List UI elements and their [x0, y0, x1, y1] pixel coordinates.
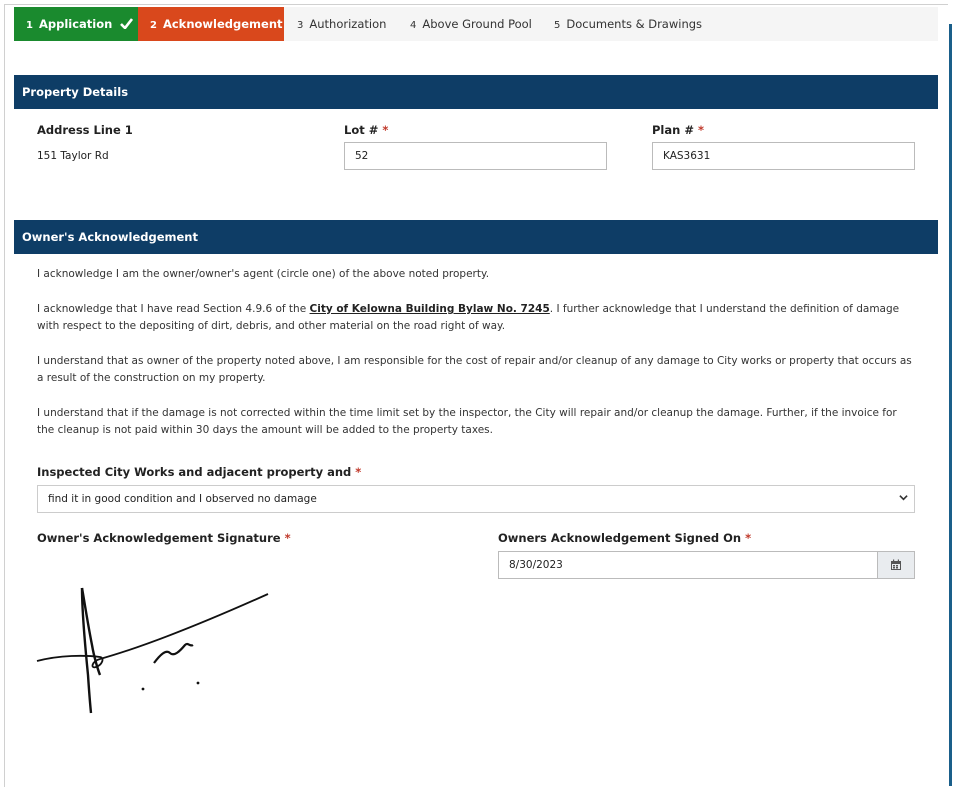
tab-label: Documents & Drawings	[566, 17, 703, 31]
required-marker: *	[745, 531, 752, 545]
tab-label: Application	[38, 17, 113, 31]
inspected-label-text: Inspected City Works and adjacent proper…	[37, 465, 352, 479]
plan-label: Plan # *	[652, 123, 704, 137]
tab-authorization[interactable]: 3 Authorization	[297, 7, 386, 41]
signed-on-label: Owners Acknowledgement Signed On *	[498, 531, 751, 545]
address-label: Address Line 1	[37, 123, 133, 137]
checkmark-icon	[120, 8, 134, 42]
required-marker: *	[382, 123, 389, 137]
tab-label: Acknowledgement	[162, 17, 283, 31]
ack-paragraph-4: I understand that if the damage is not c…	[37, 407, 897, 436]
owners-acknowledgement-header: Owner's Acknowledgement	[14, 220, 938, 254]
tab-number: 5	[554, 20, 561, 31]
tab-number: 1	[26, 20, 33, 31]
plan-input[interactable]: KAS3631	[652, 142, 915, 170]
ack-paragraph-1: I acknowledge I am the owner/owner's age…	[37, 268, 490, 280]
signature-image	[36, 587, 269, 714]
property-details-header: Property Details	[14, 75, 938, 109]
inspected-select[interactable]: find it in good condition and I observed…	[37, 485, 915, 513]
tab-documents-drawings[interactable]: 5 Documents & Drawings	[554, 7, 702, 41]
tab-number: 3	[297, 20, 304, 31]
tab-label: Above Ground Pool	[422, 17, 532, 31]
ack-paragraph-2: I acknowledge that I have read Section 4…	[37, 301, 917, 335]
ack-paragraph-3: I understand that as owner of the proper…	[37, 355, 912, 384]
tab-above-ground-pool[interactable]: 4 Above Ground Pool	[410, 7, 532, 41]
tab-number: 4	[410, 20, 417, 31]
required-marker: *	[355, 465, 362, 479]
wizard-tabs: 1 Application 2 Acknowledgement 3 Authoriza…	[14, 7, 938, 41]
lot-input[interactable]: 52	[344, 142, 607, 170]
signed-on-label-text: Owners Acknowledgement Signed On	[498, 531, 742, 545]
required-marker: *	[697, 123, 704, 137]
inspected-label: Inspected City Works and adjacent proper…	[37, 465, 361, 479]
signature-pad[interactable]	[30, 585, 280, 724]
tab-number: 2	[150, 20, 157, 31]
chevron-down-icon	[899, 486, 908, 512]
tab-acknowledgement[interactable]: 2 Acknowledgement	[138, 7, 284, 41]
tab-label: Authorization	[309, 17, 387, 31]
tab-application[interactable]: 1 Application	[14, 7, 138, 41]
ack-paragraph-2-text: I acknowledge that I have read Section 4…	[37, 303, 310, 315]
signed-on-date-input[interactable]: 8/30/2023	[498, 551, 878, 579]
signature-label-text: Owner's Acknowledgement Signature	[37, 531, 281, 545]
calendar-icon	[890, 556, 902, 575]
lot-label: Lot # *	[344, 123, 388, 137]
required-marker: *	[284, 531, 291, 545]
address-value: 151 Taylor Rd	[37, 150, 109, 162]
scrollbar-accent	[949, 24, 952, 786]
plan-label-text: Plan #	[652, 123, 694, 137]
signature-label: Owner's Acknowledgement Signature *	[37, 531, 291, 545]
bylaw-link[interactable]: City of Kelowna Building Bylaw No. 7245	[310, 303, 550, 315]
lot-label-text: Lot #	[344, 123, 379, 137]
calendar-button[interactable]	[877, 551, 915, 579]
inspected-select-value: find it in good condition and I observed…	[48, 493, 317, 505]
